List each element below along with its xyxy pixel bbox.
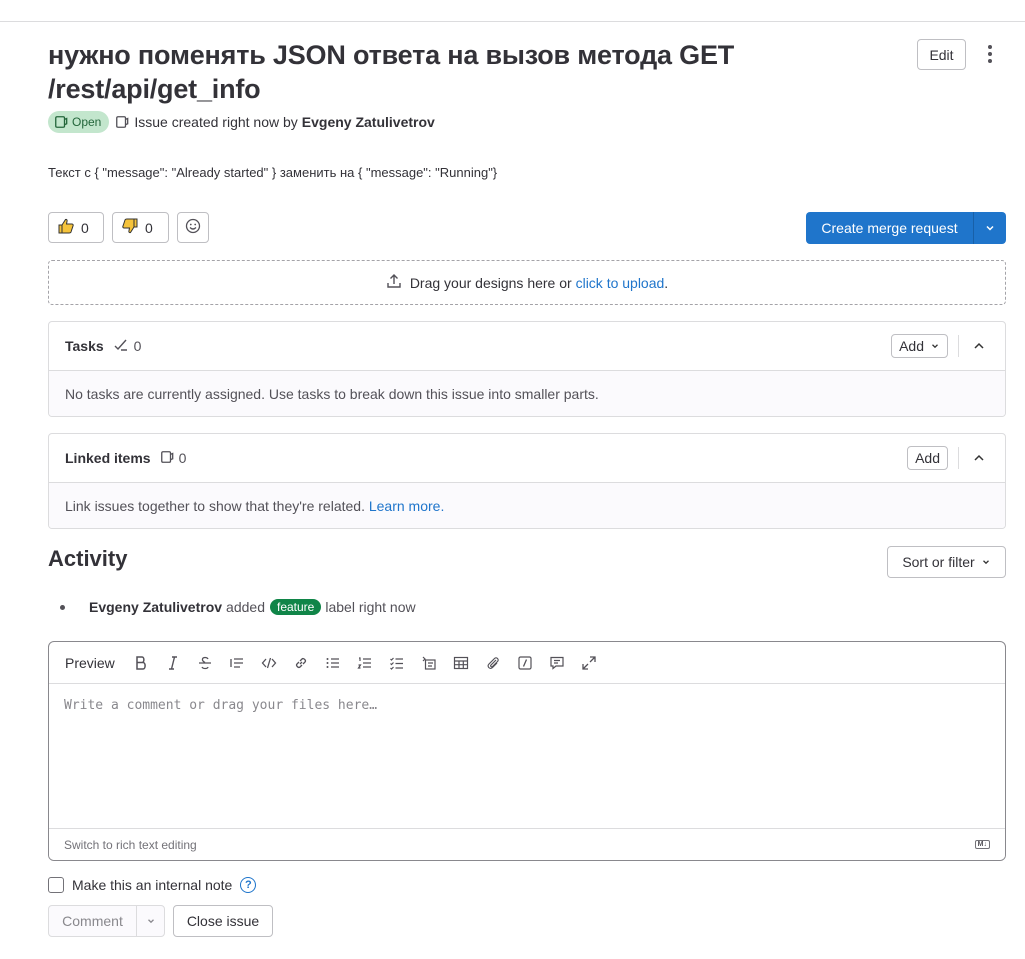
- tasks-card: Tasks 0 Add No tasks are currently assig…: [48, 321, 1006, 417]
- bullet-icon: [60, 604, 65, 610]
- bold-icon[interactable]: [125, 647, 157, 679]
- table-icon[interactable]: [445, 647, 477, 679]
- sort-or-filter-button[interactable]: Sort or filter: [887, 546, 1006, 578]
- tasks-count: 0: [133, 338, 142, 354]
- tasks-empty-text: No tasks are currently assigned. Use tas…: [49, 371, 1005, 416]
- task-list-icon[interactable]: [381, 647, 413, 679]
- fullscreen-icon[interactable]: [573, 647, 605, 679]
- internal-note-label[interactable]: Make this an internal note: [72, 877, 232, 893]
- learn-more-link[interactable]: Learn more.: [369, 498, 444, 514]
- internal-note-checkbox[interactable]: [48, 877, 64, 893]
- chevron-down-icon: [981, 554, 991, 570]
- status-badge: Open: [48, 111, 110, 133]
- design-upload-dropzone[interactable]: Drag your designs here or click to uploa…: [48, 260, 1006, 305]
- issue-meta: Open Issue created right now by Evgeny Z…: [48, 111, 435, 133]
- task-done-icon: [113, 337, 129, 356]
- link-icon[interactable]: [285, 647, 317, 679]
- status-label: Open: [72, 115, 102, 129]
- create-merge-request-label[interactable]: Create merge request: [806, 212, 974, 244]
- collapsible-section-icon[interactable]: [413, 647, 445, 679]
- linked-items-card: Linked items 0 Add Link issues together …: [48, 433, 1006, 529]
- add-task-label: Add: [899, 338, 924, 354]
- collapse-linked-chevron-up-icon[interactable]: [969, 451, 989, 465]
- thumbs-up-button[interactable]: 0: [48, 212, 104, 243]
- linked-items-empty-text: Link issues together to show that they'r…: [65, 497, 365, 514]
- add-task-button[interactable]: Add: [891, 334, 948, 358]
- meta-text: Issue created right now by: [134, 114, 298, 130]
- collapse-tasks-chevron-up-icon[interactable]: [969, 339, 989, 353]
- note-suffix: label right now: [325, 599, 416, 615]
- create-merge-request-button[interactable]: Create merge request: [806, 212, 1006, 244]
- thumbs-up-icon: [57, 217, 75, 238]
- markdown-icon: M↓: [974, 840, 990, 849]
- note-author-link[interactable]: Evgeny Zatulivetrov: [89, 599, 222, 615]
- add-reaction-button[interactable]: [177, 212, 209, 243]
- activity-title: Activity: [48, 546, 128, 571]
- comment-button[interactable]: Comment: [48, 905, 165, 937]
- switch-to-rich-text-link[interactable]: Switch to rich text editing: [64, 838, 197, 852]
- thumbs-down-button[interactable]: 0: [112, 212, 169, 243]
- close-issue-button[interactable]: Close issue: [173, 905, 273, 937]
- code-icon[interactable]: [253, 647, 285, 679]
- help-icon[interactable]: ?: [240, 877, 257, 893]
- comment-textarea[interactable]: Write a comment or drag your files here…: [49, 684, 1005, 828]
- add-linked-item-button[interactable]: Add: [907, 446, 948, 470]
- quick-actions-icon[interactable]: [509, 647, 541, 679]
- comment-label[interactable]: Comment: [49, 906, 137, 936]
- italic-icon[interactable]: [157, 647, 189, 679]
- issue-description: Текст с { "message": "Already started" }…: [48, 165, 498, 180]
- issue-title: нужно поменять JSON ответа на вызов мето…: [48, 40, 735, 104]
- issue-type-icon: [160, 450, 174, 467]
- linked-items-title: Linked items: [65, 450, 151, 466]
- attach-file-icon[interactable]: [477, 647, 509, 679]
- thumbs-down-count: 0: [145, 219, 153, 236]
- click-to-upload-link[interactable]: click to upload: [576, 275, 665, 291]
- internal-note-row: Make this an internal note ?: [48, 876, 257, 894]
- thumbs-down-icon: [121, 217, 139, 238]
- more-actions-icon[interactable]: [980, 40, 1000, 68]
- tasks-title: Tasks: [65, 338, 104, 354]
- numbered-list-icon[interactable]: [349, 647, 381, 679]
- chevron-down-icon[interactable]: [974, 212, 1006, 244]
- activity-note: Evgeny Zatulivetrov added feature label …: [60, 597, 416, 617]
- chevron-down-icon[interactable]: [137, 906, 164, 936]
- edit-button[interactable]: Edit: [917, 39, 966, 70]
- thumbs-up-count: 0: [81, 219, 89, 236]
- top-divider: [0, 21, 1025, 22]
- chevron-down-icon: [930, 338, 940, 354]
- note-action: added: [226, 599, 265, 615]
- upload-text: Drag your designs here or: [409, 274, 572, 291]
- sort-label: Sort or filter: [902, 554, 975, 570]
- preview-tab[interactable]: Preview: [65, 655, 115, 671]
- editor-toolbar: Preview: [49, 642, 1005, 684]
- feature-label-badge[interactable]: feature: [269, 599, 322, 615]
- strikethrough-icon[interactable]: [189, 647, 221, 679]
- upload-icon: [386, 273, 402, 292]
- bullet-list-icon[interactable]: [317, 647, 349, 679]
- quote-icon[interactable]: [221, 647, 253, 679]
- linked-items-count: 0: [178, 450, 187, 466]
- issue-open-icon: [55, 116, 68, 128]
- comment-editor: Preview Write a comment or drag your fil…: [48, 641, 1006, 861]
- issue-type-icon: [115, 115, 129, 129]
- author-link[interactable]: Evgeny Zatulivetrov: [302, 114, 435, 130]
- upload-suffix: .: [664, 274, 669, 291]
- smiley-icon: [185, 218, 201, 237]
- comment-icon[interactable]: [541, 647, 573, 679]
